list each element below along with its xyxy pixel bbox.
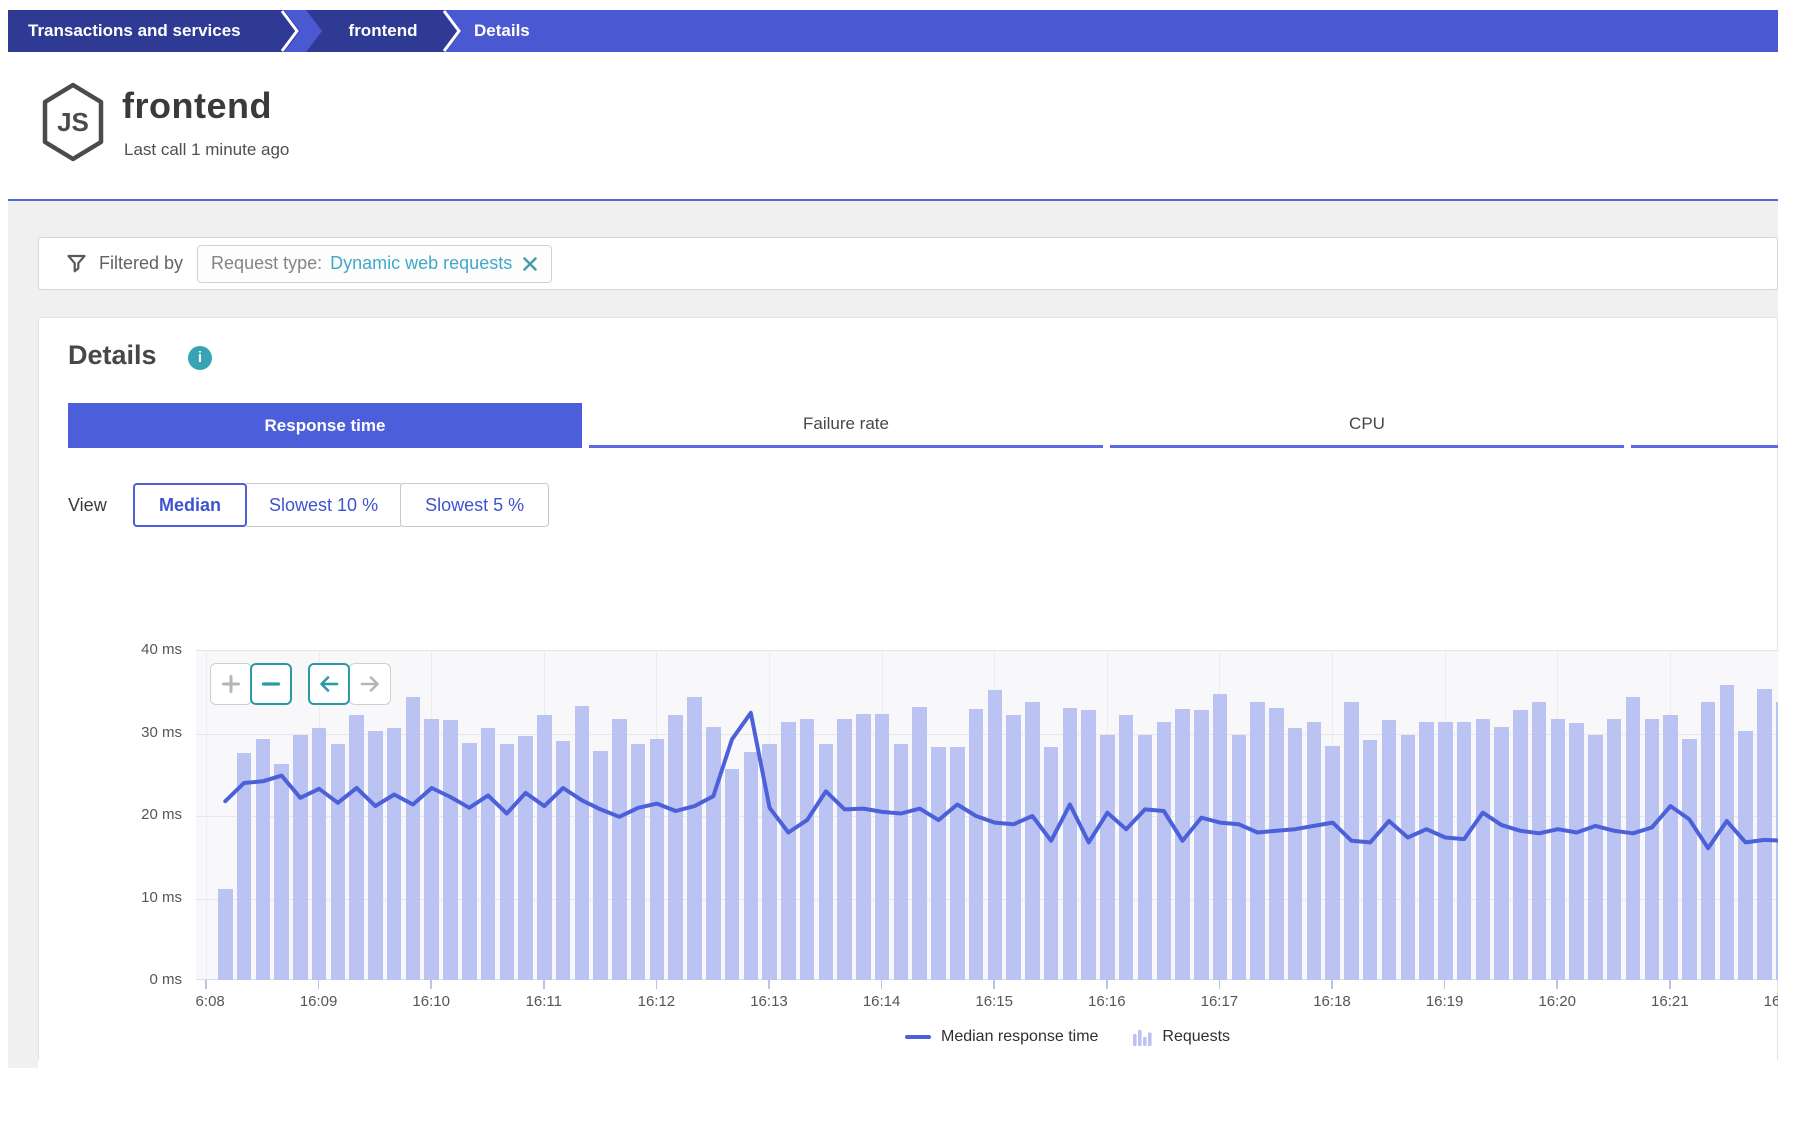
x-tick-label: 16:16: [1077, 993, 1137, 1010]
y-axis-labels: 40 ms30 ms20 ms10 ms0 ms: [96, 650, 182, 980]
y-tick-label: 40 ms: [96, 641, 182, 659]
x-tick-mark: [881, 980, 883, 989]
arrow-left-icon: [318, 674, 340, 694]
legend-label: Requests: [1162, 1028, 1230, 1046]
x-tick-label: 16:14: [852, 993, 912, 1010]
window-bottom-margin: [0, 1068, 1800, 1142]
x-tick-mark: [1331, 980, 1333, 989]
legend-label: Median response time: [941, 1028, 1098, 1046]
app-window: Transactions and services frontend Detai…: [0, 0, 1800, 1142]
svg-text:JS: JS: [57, 107, 89, 137]
info-icon[interactable]: i: [188, 346, 212, 370]
x-tick-mark: [993, 980, 995, 989]
x-tick-label: 16:22: [1752, 993, 1778, 1010]
pan-right-button[interactable]: [349, 663, 391, 705]
page-title: frontend: [122, 85, 272, 127]
x-tick-mark: [1444, 980, 1446, 989]
x-tick-label: 16:13: [739, 993, 799, 1010]
x-tick-label: 16:20: [1527, 993, 1587, 1010]
x-tick-label: 16:18: [1302, 993, 1362, 1010]
x-tick-mark: [1556, 980, 1558, 989]
y-tick-label: 30 ms: [96, 724, 182, 742]
tab-failure-rate[interactable]: Failure rate: [589, 403, 1103, 448]
x-tick-mark: [656, 980, 658, 989]
view-label: View: [68, 483, 107, 527]
filter-bar: Filtered by Request type: Dynamic web re…: [38, 237, 1778, 290]
filter-funnel-icon: [67, 254, 86, 273]
pan-button-group: [308, 663, 391, 705]
chart-legend: Median response time Requests: [905, 1028, 1230, 1046]
breadcrumb: Transactions and services frontend Detai…: [8, 10, 1778, 52]
x-tick-label: 16:15: [964, 993, 1024, 1010]
view-option-median[interactable]: Median: [133, 483, 247, 527]
zoom-in-button[interactable]: [210, 663, 252, 705]
zoom-out-button[interactable]: [250, 663, 292, 705]
legend-median-response-time[interactable]: Median response time: [905, 1028, 1098, 1046]
x-tick-mark: [768, 980, 770, 989]
x-tick-label: 16:21: [1640, 993, 1700, 1010]
x-tick-mark: [318, 980, 320, 989]
mini-bars-icon: [1132, 1028, 1152, 1046]
x-tick-label: 16:17: [1189, 993, 1249, 1010]
remove-filter-button[interactable]: [522, 256, 538, 272]
plus-icon: [221, 674, 241, 694]
chevron-right-icon: [280, 10, 300, 52]
x-tick-mark: [1106, 980, 1108, 989]
x-tick-mark: [1219, 980, 1221, 989]
view-option-slowest10[interactable]: Slowest 10 %: [244, 483, 403, 527]
line-swatch-icon: [905, 1035, 931, 1039]
x-tick-mark: [430, 980, 432, 989]
filtered-by-label: Filtered by: [99, 253, 183, 274]
nodejs-service-icon: JS: [40, 82, 106, 162]
x-tick-label: 16:11: [514, 993, 574, 1010]
details-heading: Details: [68, 340, 157, 371]
metric-tabs: Response time Failure rate CPU: [68, 403, 1778, 448]
last-call-text: Last call 1 minute ago: [124, 140, 289, 160]
x-tick-mark: [205, 980, 207, 989]
tab-next-partial[interactable]: [1631, 403, 1778, 448]
view-switcher: Median Slowest 10 % Slowest 5 %: [133, 483, 549, 527]
chart-controls: [210, 663, 391, 705]
minus-icon: [261, 674, 281, 694]
breadcrumb-transactions-and-services[interactable]: Transactions and services: [8, 10, 300, 52]
close-x-icon: [522, 256, 538, 272]
chevron-right-icon: [442, 10, 462, 52]
arrow-right-icon: [359, 674, 381, 694]
y-tick-label: 20 ms: [96, 806, 182, 824]
y-tick-label: 10 ms: [96, 889, 182, 907]
x-axis-labels: 16:08 16:09 16:10 16:11 16:12 16:13 16:14 16:15…: [196, 993, 1778, 1015]
tab-response-time[interactable]: Response time: [68, 403, 582, 448]
x-tick-mark: [543, 980, 545, 989]
y-tick-label: 0 ms: [96, 971, 182, 989]
x-tick-label: 16:08: [196, 993, 236, 1010]
filter-chip-request-type[interactable]: Request type: Dynamic web requests: [197, 245, 552, 283]
breadcrumb-details[interactable]: Details: [474, 10, 530, 52]
chart-plot-area[interactable]: [196, 650, 1778, 980]
tab-cpu[interactable]: CPU: [1110, 403, 1624, 448]
x-tick-label: 16:09: [289, 993, 349, 1010]
median-response-time-line: [196, 651, 1778, 980]
view-option-slowest5[interactable]: Slowest 5 %: [400, 483, 549, 527]
pan-left-button[interactable]: [308, 663, 350, 705]
filter-chip-value: Dynamic web requests: [330, 253, 512, 274]
x-tick-label: 16:10: [401, 993, 461, 1010]
breadcrumb-frontend[interactable]: frontend: [306, 10, 460, 52]
x-tick-mark: [1669, 980, 1671, 989]
x-tick-label: 16:19: [1415, 993, 1475, 1010]
zoom-button-group: [210, 663, 292, 705]
legend-requests[interactable]: Requests: [1132, 1028, 1230, 1046]
x-tick-label: 16:12: [626, 993, 686, 1010]
filter-chip-key: Request type:: [211, 253, 322, 274]
x-axis-ticks: [196, 980, 1778, 990]
service-header: JS frontend Last call 1 minute ago: [8, 52, 1778, 199]
